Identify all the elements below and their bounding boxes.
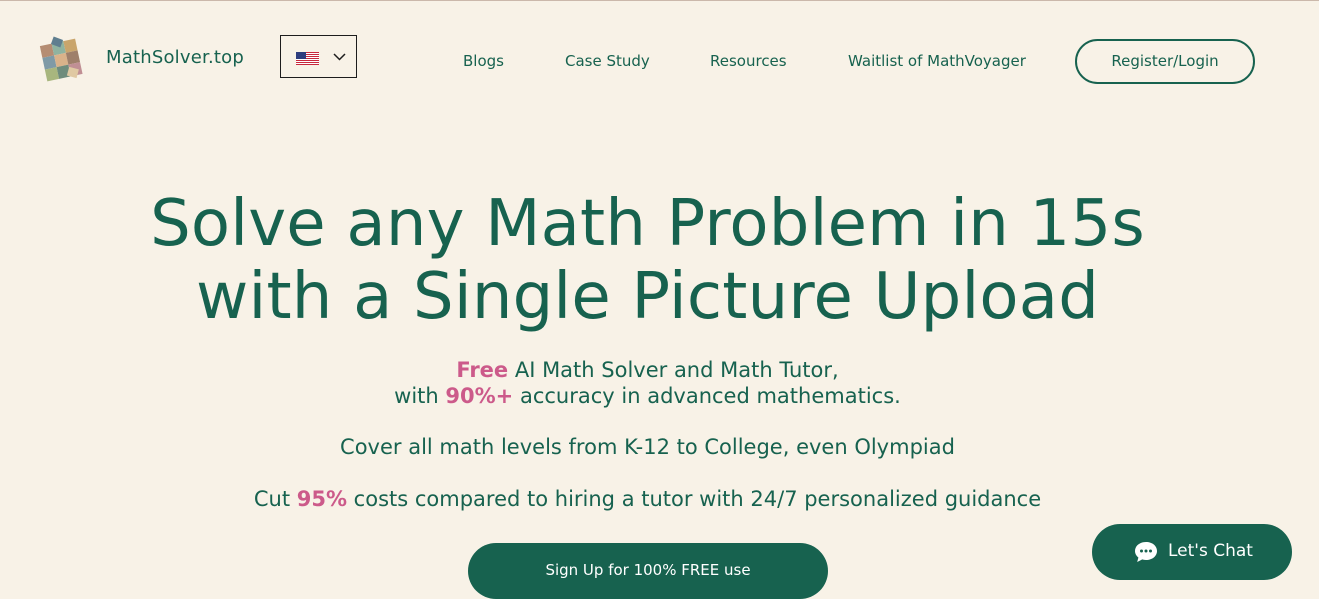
subtitle-text: with bbox=[394, 384, 446, 408]
chevron-down-icon bbox=[333, 53, 346, 61]
hero-title-line2: with a Single Picture Upload bbox=[195, 260, 1100, 334]
logo-icon[interactable] bbox=[38, 36, 84, 82]
hero-cost-text: Cut 95% costs compared to hiring a tutor… bbox=[0, 486, 1295, 512]
hero-title-line1: Solve any Math Problem in 15s bbox=[150, 187, 1145, 261]
free-highlight: Free bbox=[456, 358, 509, 382]
us-flag-icon bbox=[296, 52, 319, 65]
chat-bubble-icon bbox=[1135, 542, 1157, 562]
brand-name[interactable]: MathSolver.top bbox=[106, 47, 244, 69]
nav-case-study[interactable]: Case Study bbox=[565, 52, 650, 71]
hero-title: Solve any Math Problem in 15s with a Sin… bbox=[0, 188, 1295, 334]
hero-subtitle-line1: Free AI Math Solver and Math Tutor, bbox=[0, 357, 1295, 383]
accuracy-highlight: 90%+ bbox=[445, 384, 514, 408]
hero-subtitle-line2: with 90%+ accuracy in advanced mathemati… bbox=[0, 383, 1295, 409]
cost-highlight: 95% bbox=[296, 487, 347, 511]
chat-label: Let's Chat bbox=[1168, 541, 1253, 561]
subtitle-text: accuracy in advanced mathematics. bbox=[513, 384, 901, 408]
top-divider bbox=[0, 0, 1319, 1]
nav-resources[interactable]: Resources bbox=[710, 52, 787, 71]
subtitle-text: AI Math Solver and Math Tutor, bbox=[508, 358, 839, 382]
nav-waitlist[interactable]: Waitlist of MathVoyager bbox=[848, 52, 1026, 71]
language-selector[interactable] bbox=[280, 35, 357, 78]
nav-blogs[interactable]: Blogs bbox=[463, 52, 504, 71]
subtitle-text: costs compared to hiring a tutor with 24… bbox=[347, 487, 1042, 511]
register-login-button[interactable]: Register/Login bbox=[1075, 39, 1255, 84]
chat-button[interactable]: Let's Chat bbox=[1092, 524, 1292, 580]
subtitle-text: Cut bbox=[253, 487, 297, 511]
hero-levels-text: Cover all math levels from K-12 to Colle… bbox=[340, 435, 955, 459]
